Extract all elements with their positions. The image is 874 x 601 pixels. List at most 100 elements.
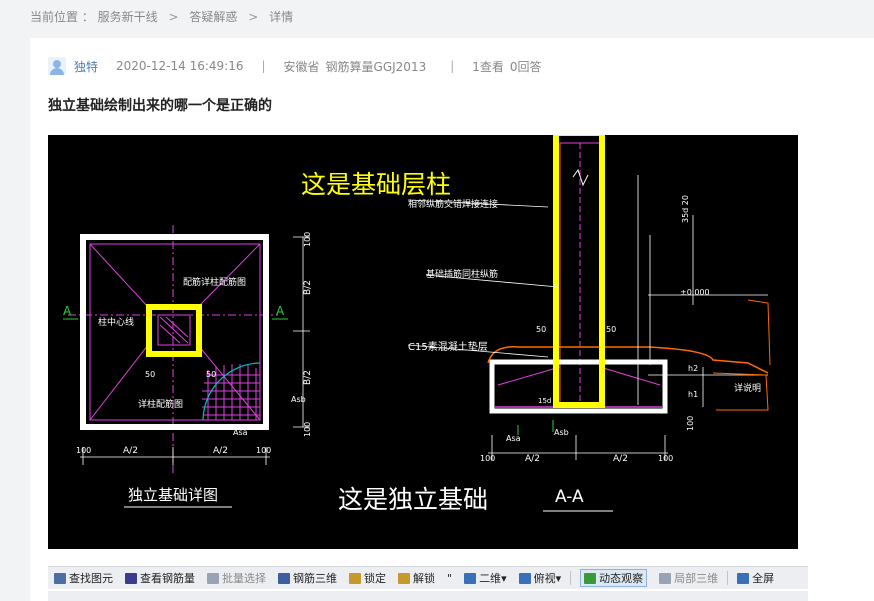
dim-a2-left-section: A/2 (525, 454, 540, 464)
toolbar-button-label: 俯视 (533, 572, 556, 585)
post-product: 钢筋算量GGJ2013 (325, 59, 427, 74)
dim-a2-left: A/2 (123, 446, 138, 456)
meta-divider: | (450, 59, 455, 73)
label-cushion-note: C15素混凝土垫层 (408, 340, 488, 353)
section-marker-left: A (63, 304, 72, 318)
post-card: 独特 2020-12-14 16:49:16 | 安徽省 钢筋算量GGJ2013… (30, 38, 874, 601)
label-detail-note: 详柱配筋图 (138, 398, 183, 410)
breadcrumb-item-service[interactable]: 服务新干线 (98, 10, 158, 24)
toolbar-button-label: 全屏 (752, 572, 775, 585)
toolbar-button-label: 钢筋三维 (293, 572, 337, 585)
dim-b2-top: B/2 (303, 280, 313, 295)
dim-anchor-35d: 35d 20 (681, 195, 690, 223)
toolbar-button-3[interactable]: 钢筋三维 (278, 570, 337, 586)
toolbar-button-10[interactable]: 全屏 (737, 570, 774, 586)
software-toolbar: 查找图元 查看钢筋量 批量选择 钢筋三维 锁定 解锁 " 二维 ▾ 俯视 ▾ 动态观察 局部三维 全屏 (48, 566, 808, 589)
dim-a2-right-section: A/2 (613, 454, 628, 464)
batch-select-icon (207, 572, 219, 584)
dim-50-section-right: 50 (606, 325, 616, 334)
breadcrumb-separator: > (168, 10, 179, 24)
dim-50-left-b: 50 (145, 370, 155, 379)
dim-50-left: 50 (206, 370, 216, 379)
rebar-3d-icon (278, 572, 290, 584)
breadcrumb-separator: > (248, 10, 259, 24)
label-asb-right: Asb (554, 428, 569, 437)
dim-100-bottom-left: 100 (76, 446, 91, 455)
dim-h2: h2 (688, 364, 698, 373)
toolbar-button-0[interactable]: 查找图元 (54, 570, 113, 586)
chevron-down-icon[interactable]: ▾ (556, 572, 562, 585)
toolbar-button-label: 批量选择 (222, 572, 266, 585)
section-view: 这是基础层柱 这是独立基础 相邻纵筋交错焊接连接 基础插筋同柱纵筋 C15素混凝… (301, 135, 771, 514)
lock-icon (349, 572, 361, 584)
view-count: 1查看 (472, 59, 504, 74)
dim-100-section-vertical: 100 (686, 416, 695, 431)
label-elevation: ±0.000 (680, 288, 710, 297)
toolbar-button-6[interactable]: 二维 ▾ (464, 570, 507, 586)
dim-100-section-right: 100 (658, 454, 673, 463)
post-region: 安徽省 (283, 59, 320, 74)
breadcrumb: 当前位置 ： 服务新干线 > 答疑解惑 > 详情 (30, 8, 293, 26)
dim-h1: h1 (688, 390, 698, 399)
breadcrumb-item-detail: 详情 (269, 10, 294, 24)
toolbar-button-label: 局部三维 (674, 572, 719, 585)
dynamic-orbit-icon (584, 572, 597, 584)
section-marker-right: A (276, 304, 285, 318)
label-asa-left: Asa (233, 428, 248, 437)
post-datetime: 2020-12-14 16:49:16 (116, 59, 244, 73)
toolbar-separator (727, 571, 729, 585)
label-detail-ref: 详说明 (734, 382, 761, 394)
top-view-icon (518, 572, 531, 584)
toolbar-button-9[interactable]: 局部三维 (659, 570, 718, 586)
annotation-isolated-footing: 这是独立基础 (338, 485, 488, 514)
label-asb-left: Asb (291, 395, 306, 404)
2d-view-icon (464, 572, 477, 584)
cad-drawing-image: A A B/2 B/2 100 100 A/2 A/2 100 100 配筋详柱… (48, 135, 798, 549)
unlock-icon (398, 572, 410, 584)
toolbar-button-5[interactable]: 解锁 (398, 570, 435, 586)
binoculars-icon (54, 572, 66, 584)
caption-section-aa: A-A (555, 487, 584, 507)
breadcrumb-item-qa[interactable]: 答疑解惑 (189, 10, 237, 24)
caption-footing-detail: 独立基础详图 (128, 486, 218, 504)
rebar-quantity-icon (125, 572, 137, 584)
toolbar-strip (48, 591, 808, 601)
label-rebar-note: 配筋详柱配筋图 (183, 276, 246, 288)
post-title: 独立基础绘制出来的哪一个是正确的 (48, 98, 272, 114)
label-lap-note: 相邻纵筋交错焊接连接 (408, 198, 498, 210)
toolbar-button-4[interactable]: 锁定 (349, 570, 386, 586)
dim-50-section-left: 50 (536, 325, 546, 334)
annotation-foundation-column: 这是基础层柱 (301, 170, 451, 199)
dim-100-right-top: 100 (303, 232, 312, 247)
post-meta: 独特 2020-12-14 16:49:16 | 安徽省 钢筋算量GGJ2013… (48, 56, 542, 76)
cad-drawing-svg: A A B/2 B/2 100 100 A/2 A/2 100 100 配筋详柱… (63, 135, 771, 514)
toolbar-button-label: 解锁 (413, 572, 435, 585)
toolbar-button-label: 查看钢筋量 (140, 572, 195, 585)
label-asa-right: Asa (506, 434, 521, 443)
toolbar-button-label: 锁定 (364, 572, 386, 585)
avatar[interactable] (48, 57, 66, 75)
quote-mark: " (447, 571, 453, 585)
toolbar-button-2[interactable]: 批量选择 (207, 570, 266, 586)
toolbar-button-label: 动态观察 (599, 572, 644, 585)
local-3d-icon (659, 572, 672, 584)
toolbar-button-8[interactable]: 动态观察 (580, 569, 648, 587)
dim-100-right-bottom: 100 (303, 422, 312, 437)
label-column-center: 柱中心线 (98, 316, 134, 328)
dim-15d: 15d (538, 397, 551, 405)
label-anchor-note: 基础插筋同柱纵筋 (426, 268, 498, 280)
toolbar-button-label: 查找图元 (69, 572, 113, 585)
fullscreen-icon (737, 572, 750, 584)
toolbar-button-7[interactable]: 俯视 ▾ (518, 570, 562, 586)
meta-divider: | (261, 59, 266, 73)
toolbar-button-label: 二维 (479, 572, 502, 585)
answer-count: 0回答 (509, 59, 542, 74)
dim-100-bottom-right: 100 (256, 446, 271, 455)
author-name[interactable]: 独特 (74, 58, 98, 75)
dim-100-section-left: 100 (480, 454, 495, 463)
breadcrumb-label: 当前位置 ： (30, 10, 94, 24)
chevron-down-icon[interactable]: ▾ (501, 572, 507, 585)
dim-a2-right: A/2 (213, 446, 228, 456)
plan-view: A A B/2 B/2 100 100 A/2 A/2 100 100 配筋详柱… (63, 225, 313, 508)
toolbar-button-1[interactable]: 查看钢筋量 (125, 570, 195, 586)
